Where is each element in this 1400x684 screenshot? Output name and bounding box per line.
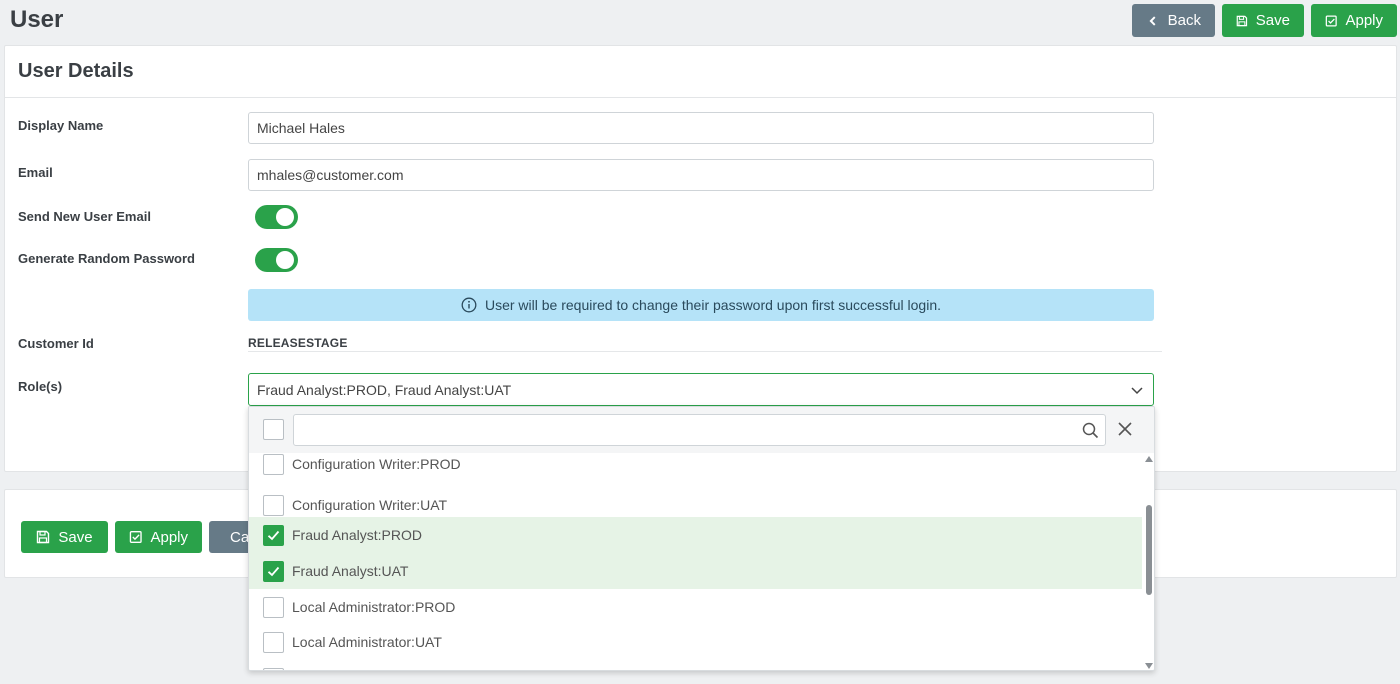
roles-label: Role(s) (18, 379, 63, 394)
scroll-up-arrow-icon[interactable] (1145, 456, 1153, 462)
role-option-label: Local Administrator:PROD (292, 599, 456, 615)
customer-id-label: Customer Id (18, 336, 94, 351)
cancel-button-label: Ca (230, 528, 250, 546)
role-option-label: Configuration Writer:UAT (292, 497, 448, 513)
role-checkbox[interactable] (263, 524, 284, 546)
card-header: User Details (5, 46, 1396, 98)
generate-random-password-label: Generate Random Password (18, 251, 195, 266)
bottom-apply-button[interactable]: Apply (115, 521, 202, 553)
save-button[interactable]: Save (1222, 4, 1304, 37)
role-checkbox[interactable] (263, 453, 284, 475)
email-label: Email (18, 165, 53, 180)
display-name-label: Display Name (18, 118, 104, 133)
bottom-save-button[interactable]: Save (21, 521, 108, 553)
email-input[interactable]: mhales@customer.com (248, 159, 1154, 191)
send-new-user-email-label: Send New User Email (18, 209, 151, 224)
display-name-value: Michael Hales (257, 120, 345, 136)
save-icon (37, 530, 50, 544)
bottom-apply-label: Apply (150, 528, 188, 546)
role-option[interactable]: Local Administrator:UAT (249, 624, 1142, 660)
display-name-input[interactable]: Michael Hales (248, 112, 1154, 144)
role-checkbox[interactable] (263, 560, 284, 582)
header-actions: Back Save Apply (1132, 4, 1397, 37)
checkbox-check-icon (1325, 14, 1337, 27)
check-icon (267, 530, 280, 540)
generate-random-password-toggle[interactable] (255, 248, 298, 272)
select-all-checkbox[interactable] (263, 419, 284, 440)
role-option-label: Configuration Writer:PROD (292, 456, 461, 472)
roles-select[interactable]: Fraud Analyst:PROD, Fraud Analyst:UAT (248, 373, 1154, 406)
page-title: User (10, 6, 64, 33)
back-button[interactable]: Back (1132, 4, 1215, 37)
role-checkbox[interactable] (263, 596, 284, 618)
search-icon (1082, 422, 1099, 439)
dropdown-scrollbar[interactable] (1142, 453, 1154, 670)
customer-id-value: RELEASESTAGE (248, 336, 348, 350)
role-checkbox[interactable] (263, 631, 284, 653)
toggle-knob (276, 251, 294, 269)
role-option-partial[interactable] (249, 660, 1142, 670)
email-value: mhales@customer.com (257, 167, 404, 183)
role-option-label: Fraud Analyst:UAT (292, 563, 409, 579)
toggle-knob (276, 208, 294, 226)
role-checkbox[interactable] (263, 494, 284, 516)
role-option[interactable]: Fraud Analyst:PROD (249, 517, 1142, 553)
roles-dropdown: Configuration Writer:PROD Configuration … (248, 406, 1155, 671)
role-option-label: Fraud Analyst:PROD (292, 527, 422, 543)
send-new-user-email-toggle[interactable] (255, 205, 298, 229)
chevron-down-icon (1131, 387, 1143, 395)
card-title: User Details (18, 60, 134, 82)
info-message: User will be required to change their pa… (484, 297, 941, 313)
info-icon (461, 297, 477, 313)
close-icon[interactable] (1117, 421, 1133, 437)
role-option[interactable]: Fraud Analyst:UAT (249, 553, 1142, 589)
role-option-label: Local Administrator:UAT (292, 634, 442, 650)
apply-button[interactable]: Apply (1311, 4, 1397, 37)
checkbox-check-icon (129, 531, 142, 543)
role-option[interactable]: Configuration Writer:PROD (249, 446, 1142, 482)
save-icon (1236, 15, 1248, 26)
scrollbar-thumb[interactable] (1146, 505, 1152, 595)
role-option[interactable]: Local Administrator:PROD (249, 589, 1142, 625)
roles-option-list: Configuration Writer:PROD Configuration … (249, 446, 1142, 670)
save-button-label: Save (1255, 12, 1290, 29)
apply-button-label: Apply (1345, 12, 1383, 29)
divider (248, 351, 1162, 352)
roles-search-input[interactable] (293, 414, 1106, 446)
roles-select-value: Fraud Analyst:PROD, Fraud Analyst:UAT (257, 381, 512, 398)
check-icon (267, 566, 280, 576)
back-button-label: Back (1167, 12, 1201, 29)
bottom-save-label: Save (58, 528, 93, 546)
scroll-down-arrow-icon[interactable] (1145, 663, 1153, 669)
role-checkbox[interactable] (263, 667, 284, 670)
chevron-left-icon (1149, 15, 1156, 26)
password-info-banner: User will be required to change their pa… (248, 289, 1154, 321)
